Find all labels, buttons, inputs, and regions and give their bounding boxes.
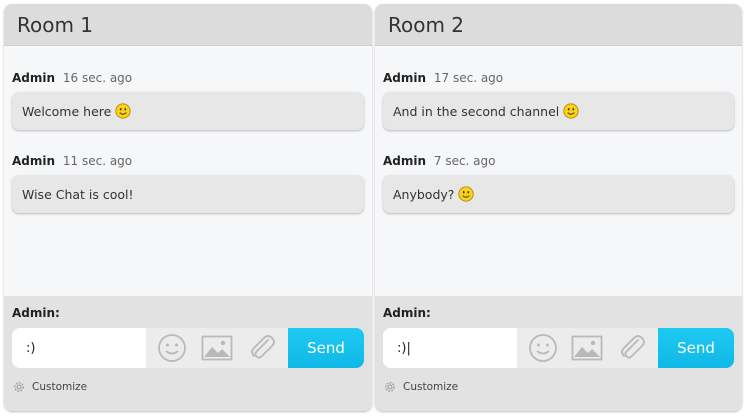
room-title: Room 2 bbox=[375, 4, 742, 46]
send-button[interactable]: Send bbox=[658, 328, 734, 368]
paperclip-icon bbox=[620, 335, 645, 359]
message-text: Anybody? bbox=[393, 186, 455, 202]
message-author: Admin bbox=[12, 154, 56, 168]
message-text: Welcome here bbox=[22, 103, 112, 119]
message-meta: Admin 17 sec. ago bbox=[383, 70, 734, 86]
message-author: Admin bbox=[383, 154, 427, 168]
message-bubble: And in the second channel bbox=[383, 92, 734, 130]
message-bubble: Wise Chat is cool! bbox=[12, 175, 364, 213]
message-time: 7 sec. ago bbox=[433, 154, 496, 168]
image-upload-button[interactable] bbox=[569, 330, 605, 366]
message-meta: Admin 16 sec. ago bbox=[12, 70, 364, 86]
message-meta: Admin 11 sec. ago bbox=[12, 153, 364, 169]
compose-tools bbox=[517, 328, 658, 368]
message-text: And in the second channel bbox=[393, 103, 560, 119]
smiley-emoji-icon bbox=[563, 103, 579, 119]
image-icon bbox=[572, 335, 603, 361]
message-bubble: Welcome here bbox=[12, 92, 364, 130]
attach-file-button[interactable] bbox=[244, 330, 280, 366]
send-button[interactable]: Send bbox=[288, 328, 364, 368]
message-list: Admin 17 sec. ago And in the second chan… bbox=[375, 46, 742, 296]
message-time: 16 sec. ago bbox=[62, 71, 133, 85]
customize-label: Customize bbox=[32, 381, 88, 393]
message-compose-area: Admin: bbox=[375, 296, 742, 411]
message-bubble: Anybody? bbox=[383, 175, 734, 213]
message-meta: Admin 7 sec. ago bbox=[383, 153, 734, 169]
message-time: 17 sec. ago bbox=[433, 71, 504, 85]
image-icon bbox=[201, 335, 233, 361]
paperclip-icon bbox=[250, 335, 275, 359]
smiley-face-icon bbox=[529, 334, 558, 362]
message-text: Wise Chat is cool! bbox=[22, 186, 134, 202]
message: Admin 11 sec. ago Wise Chat is cool! bbox=[12, 153, 364, 213]
smiley-face-icon bbox=[158, 334, 187, 362]
attach-file-button[interactable] bbox=[614, 330, 650, 366]
message-input[interactable] bbox=[383, 328, 517, 368]
compose-tools bbox=[146, 328, 288, 368]
compose-row: Send bbox=[12, 328, 364, 368]
message-input[interactable] bbox=[12, 328, 146, 368]
message: Admin 7 sec. ago Anybody? bbox=[383, 153, 734, 213]
chat-room-1: Room 1 Admin 16 sec. ago Welcome here Ad… bbox=[4, 4, 372, 411]
emoticon-button[interactable] bbox=[154, 330, 190, 366]
emoticon-button[interactable] bbox=[525, 330, 561, 366]
image-upload-button[interactable] bbox=[199, 330, 235, 366]
room-title: Room 1 bbox=[4, 4, 372, 46]
smiley-emoji-icon bbox=[115, 103, 131, 119]
chat-room-2: Room 2 Admin 17 sec. ago And in the seco… bbox=[375, 4, 742, 411]
smiley-emoji-icon bbox=[458, 186, 475, 202]
message-author: Admin bbox=[12, 71, 56, 85]
message-list: Admin 16 sec. ago Welcome here Admin 11 … bbox=[4, 46, 372, 296]
message: Admin 16 sec. ago Welcome here bbox=[12, 70, 364, 130]
message: Admin 17 sec. ago And in the second chan… bbox=[383, 70, 734, 130]
input-author-label: Admin: bbox=[383, 306, 431, 320]
customize-link[interactable]: Customize bbox=[383, 380, 458, 394]
customize-link[interactable]: Customize bbox=[12, 380, 87, 394]
chat-stage: Room 1 Admin 16 sec. ago Welcome here Ad… bbox=[0, 0, 746, 416]
gear-icon bbox=[14, 382, 24, 392]
compose-row: Send bbox=[383, 328, 734, 368]
input-author-label: Admin: bbox=[12, 306, 60, 320]
message-time: 11 sec. ago bbox=[62, 154, 133, 168]
customize-label: Customize bbox=[403, 381, 459, 393]
message-author: Admin bbox=[383, 71, 427, 85]
gear-icon bbox=[385, 382, 395, 392]
message-compose-area: Admin: bbox=[4, 296, 372, 411]
